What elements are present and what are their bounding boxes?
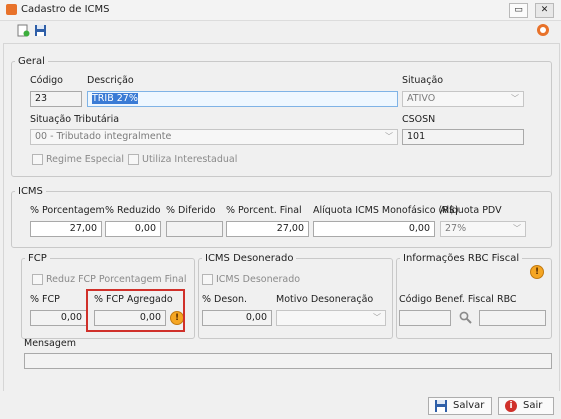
rbc-descricao-field[interactable] bbox=[479, 310, 546, 326]
monofasico-label: Alíquota ICMS Monofásico (R$) bbox=[313, 205, 459, 216]
csosn-label: CSOSN bbox=[402, 114, 436, 125]
window-title: Cadastro de ICMS bbox=[21, 4, 110, 15]
desonerado-check-label: ICMS Desonerado bbox=[216, 274, 301, 285]
mensagem-field[interactable] bbox=[24, 353, 552, 369]
pdv-select[interactable]: 27% ﹀ bbox=[440, 221, 526, 237]
reduzido-label: % Reduzido bbox=[105, 205, 161, 216]
save-icon bbox=[435, 400, 447, 412]
rbc-warning-icon[interactable]: ! bbox=[530, 265, 544, 279]
pdv-value: 27% bbox=[445, 223, 467, 234]
chevron-down-icon: ﹀ bbox=[385, 132, 393, 141]
csosn-field[interactable]: 101 bbox=[402, 129, 524, 145]
sair-label: Sair bbox=[523, 400, 543, 411]
sit-trib-select[interactable]: 00 - Tributado integralmente ﹀ bbox=[30, 129, 398, 145]
diferido-label: % Diferido bbox=[166, 205, 216, 216]
situacao-select[interactable]: ATIVO ﹀ bbox=[402, 91, 524, 107]
icms-group: ICMS bbox=[11, 186, 552, 248]
codigo-label: Código bbox=[30, 75, 63, 86]
sit-trib-label: Situação Tributária bbox=[30, 114, 120, 125]
chevron-down-icon: ﹀ bbox=[513, 224, 521, 233]
rbc-legend: Informações RBC Fiscal bbox=[403, 253, 520, 264]
fcp-field[interactable]: 0,00 bbox=[30, 310, 87, 326]
icms-window: Cadastro de ICMS ▭ ✕ Geral Código 23 Des… bbox=[0, 0, 561, 419]
final-field[interactable]: 27,00 bbox=[226, 221, 309, 237]
highlight-box bbox=[86, 289, 185, 332]
desonerado-legend: ICMS Desonerado bbox=[205, 253, 294, 264]
new-document-icon[interactable] bbox=[17, 24, 30, 37]
salvar-button[interactable]: Salvar bbox=[428, 397, 492, 415]
toolbar bbox=[0, 21, 561, 57]
search-icon[interactable] bbox=[459, 311, 472, 324]
chevron-down-icon: ﹀ bbox=[373, 313, 381, 322]
descricao-value: TRIB 27% bbox=[92, 93, 138, 104]
reduz-fcp-checkbox[interactable] bbox=[32, 274, 43, 285]
sair-button[interactable]: i Sair bbox=[498, 397, 554, 415]
reduz-fcp-label: Reduz FCP Porcentagem Final bbox=[46, 274, 187, 285]
deson-label: % Deson. bbox=[202, 294, 248, 305]
porcentagem-field[interactable]: 27,00 bbox=[30, 221, 102, 237]
interestadual-checkbox[interactable] bbox=[128, 154, 139, 165]
main-panel: Geral Código 23 Descrição TRIB 27% Situa… bbox=[3, 43, 560, 393]
monofasico-field[interactable]: 0,00 bbox=[313, 221, 435, 237]
sit-trib-value: 00 - Tributado integralmente bbox=[35, 131, 172, 142]
diferido-field[interactable] bbox=[166, 221, 223, 237]
deson-field[interactable]: 0,00 bbox=[202, 310, 272, 326]
pdv-label: Alíquota PDV bbox=[440, 205, 502, 216]
geral-legend: Geral bbox=[18, 56, 45, 67]
codigo-field[interactable]: 23 bbox=[30, 91, 82, 107]
regime-checkbox[interactable] bbox=[32, 154, 43, 165]
fcp-label: % FCP bbox=[30, 294, 60, 305]
reduzido-field[interactable]: 0,00 bbox=[105, 221, 161, 237]
help-icon[interactable] bbox=[536, 23, 550, 37]
exit-icon: i bbox=[505, 400, 517, 412]
descricao-field[interactable]: TRIB 27% bbox=[87, 91, 398, 107]
motivo-select[interactable]: ﹀ bbox=[276, 310, 386, 326]
icms-legend: ICMS bbox=[18, 186, 43, 197]
situacao-label: Situação bbox=[402, 75, 444, 86]
title-bar: Cadastro de ICMS ▭ ✕ bbox=[0, 0, 561, 21]
save-icon[interactable] bbox=[34, 24, 47, 37]
interestadual-label: Utiliza Interestadual bbox=[142, 154, 238, 165]
final-label: % Porcent. Final bbox=[226, 205, 302, 216]
restore-button[interactable]: ▭ bbox=[509, 3, 528, 18]
close-button[interactable]: ✕ bbox=[535, 3, 554, 18]
desonerado-checkbox[interactable] bbox=[202, 274, 213, 285]
footer: Salvar i Sair bbox=[0, 391, 561, 419]
porcentagem-label: % Porcentagem bbox=[30, 205, 105, 216]
regime-label: Regime Especial bbox=[46, 154, 124, 165]
mensagem-label: Mensagem bbox=[24, 338, 76, 349]
fcp-legend: FCP bbox=[28, 253, 47, 264]
rbc-codigo-field[interactable] bbox=[399, 310, 451, 326]
salvar-label: Salvar bbox=[453, 400, 485, 411]
descricao-label: Descrição bbox=[87, 75, 134, 86]
chevron-down-icon: ﹀ bbox=[511, 94, 519, 103]
app-icon bbox=[6, 4, 17, 15]
situacao-value: ATIVO bbox=[407, 93, 436, 104]
motivo-label: Motivo Desoneração bbox=[276, 294, 374, 305]
rbc-codigo-label: Código Benef. Fiscal RBC bbox=[399, 294, 517, 305]
